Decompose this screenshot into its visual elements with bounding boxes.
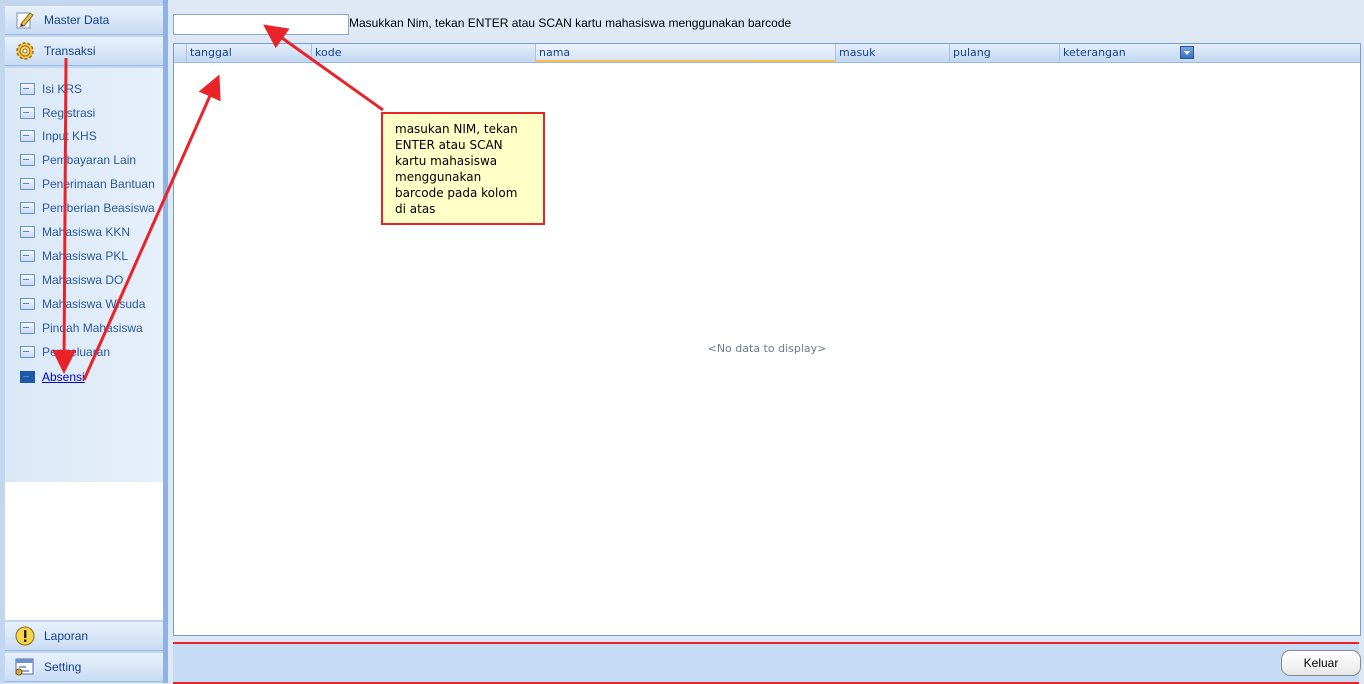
sidebar-item-label: Mahasiswa DO bbox=[42, 273, 124, 287]
callout-line: masukan NIM, tekan bbox=[395, 122, 518, 136]
column-header-pulang[interactable]: pulang bbox=[949, 44, 1059, 62]
callout-line: di atas bbox=[395, 202, 436, 216]
list-item-icon bbox=[20, 83, 35, 95]
callout-line: kartu mahasiswa bbox=[395, 154, 498, 168]
nav-laporan[interactable]: Laporan bbox=[5, 622, 163, 651]
sidebar-item-label: Pembayaran Lain bbox=[42, 153, 137, 167]
sidebar-item-pemberian-beasiswa[interactable]: Pemberian Beasiswa bbox=[20, 199, 155, 217]
sidebar-item-label: Registrasi bbox=[42, 106, 96, 120]
nav-setting[interactable]: Setting bbox=[5, 653, 163, 682]
list-item-icon bbox=[20, 226, 35, 238]
sidebar-item-label: Penerimaan Bantuan bbox=[42, 177, 155, 191]
sidebar-item-label: Mahasiswa KKN bbox=[42, 225, 131, 239]
callout-line: menggunakan bbox=[395, 170, 482, 184]
column-header-nama[interactable]: nama bbox=[535, 44, 1194, 62]
nav-transaksi[interactable]: Transaksi bbox=[5, 37, 163, 66]
grid-header: tanggal kode nama masuk pulang keteranga… bbox=[174, 44, 1360, 63]
footer-bar: Keluar bbox=[173, 642, 1361, 684]
pencil-icon bbox=[14, 9, 36, 31]
sidebar-item-label: Mahasiswa Wisuda bbox=[42, 297, 146, 311]
list-item-icon bbox=[20, 346, 35, 358]
column-header-kode[interactable]: kode bbox=[311, 44, 535, 62]
sidebar-item-label: Pengeluaran bbox=[42, 345, 111, 359]
sidebar-item-input-khs[interactable]: Input KHS bbox=[20, 127, 97, 145]
sidebar-item-label: Pindah Mahasiswa bbox=[42, 321, 143, 335]
sidebar-item-label: Input KHS bbox=[42, 129, 97, 143]
list-item-icon bbox=[20, 130, 35, 142]
sidebar-item-pindah-mahasiswa[interactable]: Pindah Mahasiswa bbox=[20, 319, 143, 337]
column-header-masuk[interactable]: masuk bbox=[835, 44, 949, 62]
sidebar-item-pembayaran-lain[interactable]: Pembayaran Lain bbox=[20, 151, 136, 169]
callout-line: ENTER atau SCAN bbox=[395, 138, 503, 152]
list-item-icon bbox=[20, 298, 35, 310]
sidebar-item-registrasi[interactable]: Registrasi bbox=[20, 104, 95, 122]
nav-setting-label: Setting bbox=[44, 660, 82, 674]
sidebar-item-mahasiswa-wisuda[interactable]: Mahasiswa Wisuda bbox=[20, 295, 145, 313]
list-item-icon bbox=[20, 178, 35, 190]
exclamation-icon bbox=[14, 625, 36, 647]
sidebar-item-pengeluaran[interactable]: Pengeluaran bbox=[20, 343, 110, 361]
sidebar-item-label: Isi KRS bbox=[42, 82, 83, 96]
list-item-icon bbox=[20, 154, 35, 166]
list-item-icon bbox=[20, 107, 35, 119]
sidebar-item-penerimaan-bantuan[interactable]: Penerimaan Bantuan bbox=[20, 175, 155, 193]
nim-hint-label: Masukkan Nim, tekan ENTER atau SCAN kart… bbox=[349, 16, 792, 30]
list-item-icon bbox=[20, 371, 35, 383]
sidebar-item-label: Mahasiswa PKL bbox=[42, 249, 129, 263]
row-indicator-header bbox=[174, 44, 186, 62]
sidebar-item-isi-krs[interactable]: Isi KRS bbox=[20, 80, 82, 98]
nav-laporan-label: Laporan bbox=[44, 629, 89, 643]
column-header-keterangan[interactable]: keterangan bbox=[1059, 44, 1360, 62]
column-header-nama-label: nama bbox=[539, 46, 571, 59]
annotation-callout: masukan NIM, tekan ENTER atau SCAN kartu… bbox=[381, 112, 545, 225]
sidebar-item-label: Absensi bbox=[42, 370, 85, 384]
gear-icon bbox=[14, 40, 36, 62]
callout-line: barcode pada kolom bbox=[395, 186, 518, 200]
sidebar-item-label: Pemberian Beasiswa bbox=[42, 201, 155, 215]
sidebar-item-mahasiswa-do[interactable]: Mahasiswa DO bbox=[20, 271, 123, 289]
nav-master-data[interactable]: Master Data bbox=[5, 6, 163, 35]
list-item-icon bbox=[20, 322, 35, 334]
settings-window-icon bbox=[14, 656, 36, 678]
nim-input[interactable] bbox=[173, 14, 349, 35]
sidebar-item-mahasiswa-pkl[interactable]: Mahasiswa PKL bbox=[20, 247, 128, 265]
sidebar-item-mahasiswa-kkn[interactable]: Mahasiswa KKN bbox=[20, 223, 130, 241]
nav-master-data-label: Master Data bbox=[44, 13, 110, 27]
column-header-tanggal[interactable]: tanggal bbox=[186, 44, 311, 62]
list-item-icon bbox=[20, 250, 35, 262]
keluar-button[interactable]: Keluar bbox=[1281, 650, 1361, 676]
sidebar-empty-area bbox=[5, 482, 163, 620]
absensi-grid[interactable]: tanggal kode nama masuk pulang keteranga… bbox=[173, 43, 1361, 636]
nav-transaksi-label: Transaksi bbox=[44, 44, 96, 58]
list-item-icon bbox=[20, 274, 35, 286]
list-item-icon bbox=[20, 202, 35, 214]
sidebar-item-absensi[interactable]: Absensi bbox=[20, 368, 85, 386]
empty-grid-message: <No data to display> bbox=[707, 342, 827, 355]
